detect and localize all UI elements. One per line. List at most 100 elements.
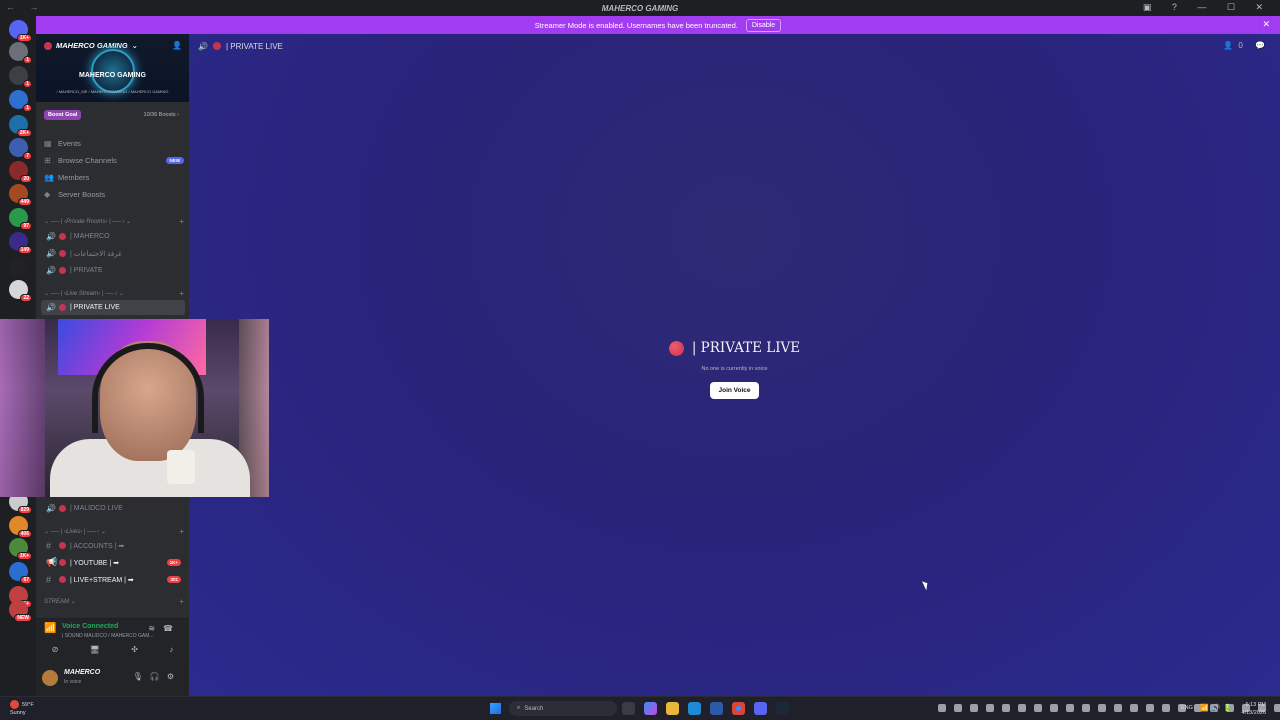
tray-icon[interactable] [1050,704,1058,712]
voice-channel-private-live[interactable]: 🔊 | PRIVATE LIVE [41,300,185,315]
voice-connected-panel: 📶 Voice Connected | SOUND MALIDCO / MAHE… [36,618,189,662]
server-icon[interactable]: 1 [9,42,32,64]
join-voice-button[interactable]: Join Voice [710,381,759,399]
server-icon[interactable]: NEW [9,600,32,622]
tray-icon[interactable] [1146,704,1154,712]
avatar[interactable] [42,670,58,686]
invite-icon[interactable]: 👤 [172,41,182,50]
language-indicator[interactable]: ENG [1181,705,1193,711]
category-live-stream[interactable]: ⌄ ── | ‹Live Stream› | ── ‹ ⌄ + [44,288,184,298]
store-icon[interactable] [710,702,723,715]
windows-start-icon[interactable] [490,703,501,714]
server-header[interactable]: MAHERCO GAMING ⌄ 👤 MAHERCO GAMING / MAHE… [36,34,189,102]
taskbar-search[interactable]: ⌕ Search [509,701,617,716]
server-icon[interactable]: 1K+ [9,20,32,42]
menu-item-browse-channels[interactable]: ⊞ Browse Channels NEW [44,153,184,167]
category-lives[interactable]: ⌄ ── | ‹Lives› | ── ‹ ⌄ + [44,526,184,536]
voice-channel[interactable]: 🔊 | MAHERCO [41,229,185,244]
copilot-icon[interactable] [644,702,657,715]
server-icon[interactable]: 7 [9,138,32,160]
server-icon[interactable]: 20 [9,161,32,183]
server-icon[interactable]: 22 [9,280,32,302]
taskbar-clock[interactable]: 6:13 PM 4/13/2026 [1242,701,1266,717]
plus-icon[interactable]: + [179,217,184,226]
server-badge: 1 [23,56,32,64]
close-icon[interactable]: ✕ [1262,19,1270,30]
voice-controls-row: ⊘ 🖥 ✣ ♪ [36,645,189,654]
tray-icon[interactable] [1002,704,1010,712]
server-icon[interactable]: 67 [9,562,32,584]
voice-connected-channel[interactable]: | SOUND MALIDCO / MAHERCO GAM... [62,633,154,639]
server-icon[interactable]: 1K+ [9,538,32,560]
server-name[interactable]: MAHERCO GAMING ⌄ [44,41,138,50]
plus-icon[interactable]: + [179,289,184,298]
voice-channel[interactable]: 🔊 | PRIVATE [41,263,185,278]
tray-icon[interactable] [954,704,962,712]
tray-icon[interactable] [1082,704,1090,712]
edge-icon[interactable] [688,702,701,715]
file-explorer-icon[interactable] [666,702,679,715]
menu-label: Members [58,172,90,182]
server-icon[interactable]: 449 [9,184,32,206]
invite-user-icon[interactable]: 👤 [1223,41,1238,50]
headphones-icon[interactable]: 🎧 [150,672,167,681]
tray-icon[interactable] [1018,704,1026,712]
tray-icon[interactable] [1274,704,1280,712]
chrome-icon[interactable] [732,702,745,715]
system-icons[interactable]: 📶🔊🔋 [1200,704,1235,712]
camera-off-icon[interactable]: ⊘ [52,645,59,654]
menu-item-members[interactable]: 👥 Members [44,170,184,184]
red-dot-icon [59,304,66,311]
username[interactable]: MAHERCO [64,669,100,676]
discord-icon[interactable] [754,702,767,715]
boost-goal-bar[interactable]: Boost Goal 10/36 Boosts › [36,108,189,122]
tray-icon[interactable] [1098,704,1106,712]
server-icon[interactable]: 406 [9,516,32,538]
server-icon[interactable]: 1 [9,66,32,88]
soundboard-icon[interactable]: ♪ [169,645,173,654]
microphone-icon[interactable]: 🎙 [133,672,150,681]
activities-icon[interactable]: ✣ [131,645,138,654]
tray-icon[interactable] [986,704,994,712]
tray-icon[interactable] [1162,704,1170,712]
server-icon[interactable]: 2K+ [9,115,32,137]
gear-icon[interactable]: ⚙ [167,672,181,681]
voice-channel[interactable]: 🔊 | MALIDCO LIVE [41,501,185,516]
announcement-channel[interactable]: 📢 | YOUTUBE | ➡ 1K+ [41,555,185,570]
server-icon[interactable]: 1 [9,90,32,112]
text-channel[interactable]: # | ACCOUNTS | ➡ [41,538,185,553]
tray-icon[interactable] [1114,704,1122,712]
server-icon[interactable]: 149 [9,232,32,254]
screen-share-icon[interactable]: 🖥 [90,645,100,654]
menu-item-server-boosts[interactable]: ◆ Server Boosts [44,187,184,201]
disable-streamer-mode-button[interactable]: Disable [745,18,782,32]
chat-icon[interactable]: 💬 [1255,41,1270,50]
tray-icon[interactable] [970,704,978,712]
boost-icon: ◆ [44,189,51,199]
voice-channel[interactable]: 🔊 | غرفة الاجتماعات [41,246,185,261]
tray-icon[interactable] [1034,704,1042,712]
category-label: STREAM ⌄ [44,598,76,605]
text-channel[interactable]: # | LIVE+STREAM | ➡ 301 [41,572,185,587]
tray-icon[interactable] [1130,704,1138,712]
weather-widget[interactable]: 59°F Sunny [10,700,34,717]
tray-icon[interactable] [938,704,946,712]
server-icon[interactable]: 97 [9,208,32,230]
category-private-rooms[interactable]: ⌄ ── | ‹Private Rooms› | ── ‹ ⌄ + [44,216,184,226]
signal-icon[interactable]: 📶 [44,623,56,634]
megaphone-icon: 📢 [46,557,58,567]
category-stream[interactable]: STREAM ⌄ + [44,596,184,606]
plus-icon[interactable]: + [179,527,184,536]
menu-item-events[interactable]: ▦ Events [44,136,184,150]
window-controls[interactable]: ▣ ? — ☐ ✕ [1143,2,1272,13]
plus-icon[interactable]: + [179,597,184,606]
task-view-icon[interactable] [622,702,635,715]
member-count: 0 [1238,41,1248,50]
clock-date: 4/13/2026 [1241,710,1266,716]
steam-icon[interactable] [776,702,789,715]
server-icon[interactable] [9,258,28,277]
disconnect-icon[interactable]: ☎ [163,624,181,633]
tray-icon[interactable] [1066,704,1074,712]
noise-suppression-icon[interactable]: ≋ [148,624,163,633]
voice-connected-title[interactable]: Voice Connected [62,623,118,630]
